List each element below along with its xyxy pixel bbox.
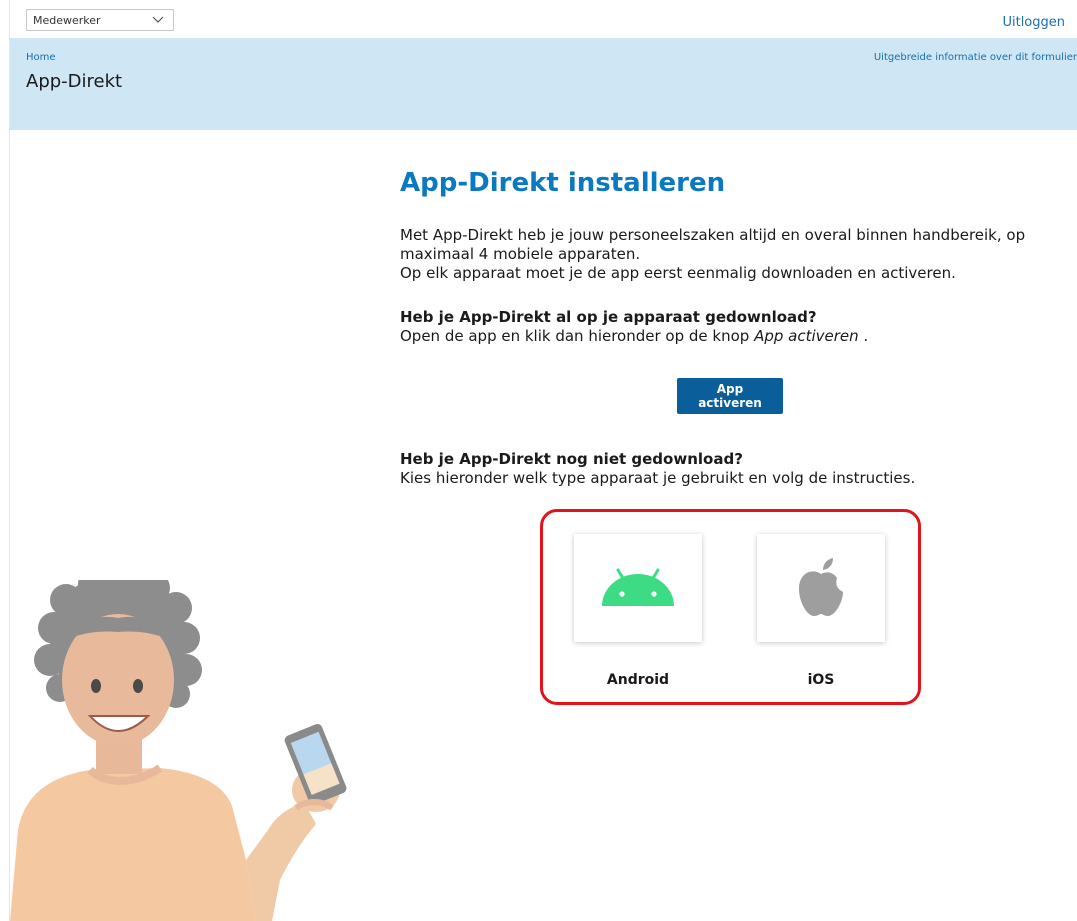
intro-line-1: Met App-Direkt heb je jouw personeelszak… bbox=[400, 226, 1026, 263]
ios-label[interactable]: iOS bbox=[757, 672, 885, 688]
page-title: App-Direkt bbox=[26, 71, 123, 92]
not-downloaded-instruction: Kies hieronder welk type apparaat je geb… bbox=[400, 469, 916, 487]
intro-text: Met App-Direkt heb je jouw personeelszak… bbox=[400, 226, 1065, 283]
android-icon bbox=[602, 568, 674, 606]
downloaded-section: Heb je App-Direkt al op je apparaat gedo… bbox=[400, 308, 1065, 346]
top-bar: Medewerker Uitloggen bbox=[10, 0, 1077, 38]
page-header: Home App-Direkt Uitgebreide informatie o… bbox=[10, 38, 1077, 130]
intro-line-2: Op elk apparaat moet je de app eerst een… bbox=[400, 264, 956, 282]
apple-icon bbox=[799, 558, 843, 616]
android-label[interactable]: Android bbox=[574, 672, 702, 688]
downloaded-question: Heb je App-Direkt al op je apparaat gedo… bbox=[400, 308, 817, 326]
logout-link[interactable]: Uitloggen bbox=[1002, 15, 1065, 30]
person-illustration bbox=[10, 580, 347, 921]
ios-tile[interactable] bbox=[757, 534, 885, 642]
not-downloaded-section: Heb je App-Direkt nog niet gedownload? K… bbox=[400, 450, 1065, 488]
info-link[interactable]: Uitgebreide informatie over dit formulie… bbox=[874, 52, 1077, 63]
activate-app-button[interactable]: App activeren bbox=[677, 378, 783, 414]
main-heading: App-Direkt installeren bbox=[400, 168, 726, 198]
main-content: App-Direkt installeren Met App-Direkt he… bbox=[400, 168, 1060, 487]
android-tile[interactable] bbox=[574, 534, 702, 642]
not-downloaded-question: Heb je App-Direkt nog niet gedownload? bbox=[400, 450, 743, 468]
breadcrumb-home[interactable]: Home bbox=[26, 52, 56, 63]
role-select[interactable]: Medewerker bbox=[26, 9, 174, 31]
downloaded-instruction: Open de app en klik dan hieronder op de … bbox=[400, 327, 869, 345]
chevron-down-icon bbox=[152, 16, 164, 23]
role-select-value: Medewerker bbox=[33, 13, 101, 27]
